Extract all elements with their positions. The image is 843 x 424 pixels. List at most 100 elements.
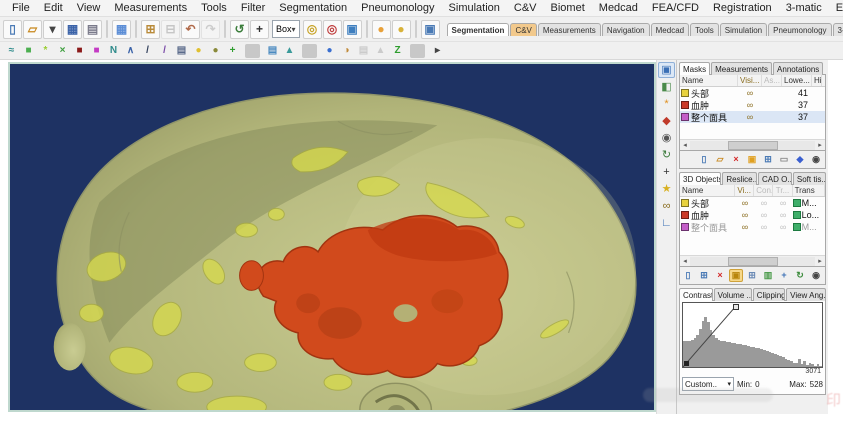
rotate-object-icon[interactable]: ↻ [793, 269, 807, 282]
menu-item[interactable]: Biomet [545, 1, 591, 15]
workspace-tab[interactable]: Segmentation [446, 22, 510, 36]
project-management-icon[interactable]: ▦ [112, 19, 131, 39]
edit-mask-pencil2-icon[interactable]: / [157, 44, 172, 58]
zoom-mode-dropdown[interactable]: Box ▾ [272, 20, 300, 38]
mask-row[interactable]: 整个面具 ∞ 37 [680, 111, 825, 123]
workspace-tab[interactable]: Pneumonology [768, 22, 832, 36]
masks-pane-tab[interactable]: Masks [679, 62, 711, 75]
redo-icon[interactable]: ↷ [201, 19, 220, 39]
menu-item[interactable]: C&V [508, 1, 543, 15]
new-project-icon[interactable]: ▯ [3, 19, 22, 39]
menu-item[interactable]: Measurements [108, 1, 193, 15]
delete-object-icon[interactable]: × [713, 269, 727, 282]
workspace-tab[interactable]: C&V [510, 22, 537, 36]
multiple-slice-edit-icon[interactable]: ▤ [174, 44, 189, 58]
pan-wheel-icon[interactable]: * [658, 96, 675, 112]
menu-item[interactable]: Export [830, 1, 843, 15]
mask-row[interactable]: 血肿 ∞ 37 [680, 99, 825, 111]
boolean-operations-icon[interactable]: ■ [89, 44, 104, 58]
scroll-right-arrow-icon[interactable]: ▸ [815, 141, 825, 149]
object-visible-glasses-icon[interactable]: ∞ [735, 210, 754, 220]
mask-visible-glasses-icon[interactable]: ∞ [738, 100, 762, 110]
refresh-views-icon[interactable]: ↺ [230, 19, 249, 39]
glasses-icon[interactable]: ∞ [658, 198, 675, 214]
undo-icon[interactable]: ↶ [181, 19, 200, 39]
boolean-mask-icon[interactable]: ◆ [793, 153, 807, 166]
export-object-icon[interactable]: ▥ [761, 269, 775, 282]
window-leveling-icon[interactable]: ▣ [342, 19, 362, 39]
calculate-3d-plus-icon[interactable]: + [225, 44, 240, 58]
object-contour-icon[interactable]: ∞ [754, 222, 773, 232]
3d-box-view-icon[interactable]: ◧ [658, 79, 675, 95]
objects-hscrollbar[interactable]: ◂ ▸ [680, 255, 825, 266]
island-tool-icon[interactable]: ▲ [282, 44, 297, 58]
single-view-icon[interactable]: ▣ [658, 62, 675, 78]
grayed-tool-1-icon[interactable]: ▤ [356, 44, 371, 58]
object-tr-icon[interactable]: ∞ [774, 210, 793, 220]
menu-item[interactable]: Pneumonology [355, 1, 440, 15]
new-mask-icon[interactable]: ▯ [697, 153, 711, 166]
visibility-eye-icon[interactable]: ◉ [658, 130, 675, 146]
contrast-pane-tab[interactable]: View Ang.. [786, 288, 826, 301]
draw-profile-icon[interactable]: ∧ [123, 44, 138, 58]
object-row[interactable]: 整个面具 ∞ ∞ ∞ M... [680, 221, 825, 233]
menu-item[interactable]: FEA/CFD [646, 1, 705, 15]
profile-lines-icon[interactable]: ≈ [4, 44, 19, 58]
menu-item[interactable]: Filter [235, 1, 271, 15]
preview-3d-icon[interactable]: ◑ [339, 44, 354, 58]
move-object-icon[interactable]: + [777, 269, 791, 282]
scroll-thumb[interactable] [727, 140, 778, 150]
objects-pane-tab[interactable]: Soft tis.. [792, 172, 826, 185]
print-icon[interactable]: ▤ [83, 19, 102, 39]
threshold-icon[interactable]: ■ [21, 44, 36, 58]
objects-pane-tab[interactable]: Reslice.. [722, 172, 758, 185]
menu-item[interactable]: Segmentation [273, 1, 353, 15]
object-row[interactable]: 血肿 ∞ ∞ ∞ Lo... [680, 209, 825, 221]
min-value[interactable]: 0 [755, 380, 759, 389]
zoom-star-icon[interactable]: ★ [658, 181, 675, 197]
rotate-view-icon[interactable]: ↻ [658, 147, 675, 163]
open-dropdown-arrow-icon[interactable]: ▾ [43, 19, 62, 39]
object-tr-icon[interactable]: ∞ [774, 198, 793, 208]
max-value[interactable]: 528 [810, 380, 823, 389]
cavity-fill-icon[interactable]: ● [208, 44, 223, 58]
3d-viewport[interactable] [8, 62, 656, 412]
duplicate-object-icon[interactable]: ⊞ [697, 269, 711, 282]
erase-mask-icon[interactable]: ▭ [777, 153, 791, 166]
zoom-icon[interactable]: ◎ [302, 19, 322, 39]
copy-mask-icon[interactable]: ⊞ [761, 153, 775, 166]
unit-coin-icon[interactable]: ● [371, 19, 391, 39]
open-project-icon[interactable]: ▱ [23, 19, 42, 39]
menu-item[interactable]: Registration [707, 1, 778, 15]
scroll-right-arrow-icon[interactable]: ▸ [815, 257, 825, 265]
smart-fill-icon[interactable]: ● [191, 44, 206, 58]
object-visible-glasses-icon[interactable]: ∞ [735, 198, 754, 208]
delete-mask-icon[interactable]: × [729, 153, 743, 166]
copy-object-icon[interactable]: ⊞ [745, 269, 759, 282]
workspace-tab[interactable]: Simulation [719, 22, 768, 36]
crop-mask-icon[interactable]: × [55, 44, 70, 58]
object-tr-icon[interactable]: ∞ [774, 222, 793, 232]
globe-help-icon[interactable]: ● [391, 19, 411, 39]
save-project-icon[interactable]: ▦ [63, 19, 82, 39]
workspace-tab[interactable]: Tools [690, 22, 719, 36]
masks-pane-tab[interactable]: Measurements [711, 62, 773, 75]
menu-item[interactable]: 3-matic [780, 1, 828, 15]
morphology-icon[interactable]: ■ [72, 44, 87, 58]
scroll-thumb[interactable] [727, 256, 778, 266]
smooth-mask-icon[interactable]: ▤ [265, 44, 280, 58]
duplicate-mask-icon[interactable]: ▱ [713, 153, 727, 166]
objects-pane-tab[interactable]: 3D Objects [679, 172, 722, 185]
masks-hscrollbar[interactable]: ◂ ▸ [680, 139, 825, 150]
menu-item[interactable]: View [71, 1, 107, 15]
workspace-tab[interactable]: Medcad [650, 22, 690, 36]
region-growing-icon[interactable]: * [38, 44, 53, 58]
contrast-pane-tab[interactable]: Volume ... [713, 288, 752, 301]
contrast-pane-tab[interactable]: Clipping [752, 288, 786, 301]
contrast-histogram[interactable] [682, 302, 823, 368]
transfer-function-low-handle[interactable] [684, 361, 689, 366]
new-object-icon[interactable]: ▯ [681, 269, 695, 282]
curve-icon[interactable]: N [106, 44, 121, 58]
masks-pane-tab[interactable]: Annotations [773, 62, 824, 75]
z-tool-icon[interactable]: Z [390, 44, 405, 58]
